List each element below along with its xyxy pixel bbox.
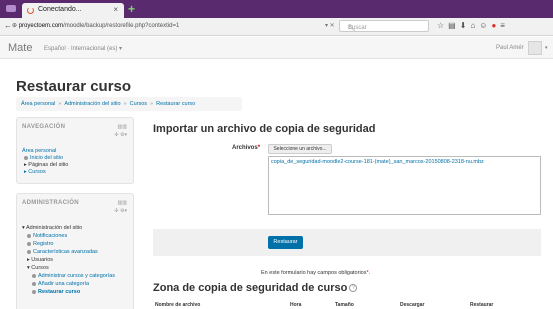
- block-title: NAVEGACIÓN: [22, 124, 66, 130]
- block-actions-icon[interactable]: ✣ ⚙▾: [114, 132, 127, 138]
- download-icon[interactable]: ⬇: [460, 21, 471, 30]
- restore-button[interactable]: Restaurar: [268, 236, 303, 249]
- breadcrumb-item-admin[interactable]: Administración del sitio: [64, 101, 120, 107]
- back-arrow-icon[interactable]: ←: [4, 21, 12, 30]
- nav-item-inicio[interactable]: Inicio del sitio: [24, 155, 63, 161]
- admin-item-anadir-categoria[interactable]: Añadir una categoría: [32, 281, 89, 287]
- gear-icon: [27, 241, 31, 246]
- menu-icon[interactable]: ≡: [500, 21, 509, 30]
- admin-item-administrar-cursos[interactable]: Administrar cursos y categorías: [32, 273, 115, 279]
- tab-close-button[interactable]: ×: [113, 5, 118, 14]
- navigation-block: NAVEGACIÓN ▥▥ ✣ ⚙▾ Área personal Inicio …: [16, 117, 134, 184]
- admin-item-notificaciones[interactable]: Notificaciones: [27, 233, 67, 239]
- column-header-size[interactable]: Tamaño: [335, 302, 354, 308]
- nav-item-paginas[interactable]: ▸ Páginas del sitio: [24, 162, 68, 168]
- column-header-filename[interactable]: Nombre de archivo: [155, 302, 200, 308]
- tab-title: Conectando...: [38, 6, 82, 13]
- url-path: /moodle/backup/restorefile.php?contextid…: [63, 23, 180, 29]
- browser-tab[interactable]: Conectando... ×: [22, 3, 124, 18]
- form-actions: Restaurar: [153, 229, 541, 256]
- bullet-icon: [24, 155, 28, 160]
- admin-item-cursos[interactable]: ▾ Cursos: [27, 265, 49, 271]
- reading-list-icon[interactable]: ▤: [448, 21, 460, 30]
- home-icon[interactable]: ⌂: [470, 21, 479, 30]
- breadcrumb-separator: »: [123, 101, 127, 107]
- admin-item-restaurar-curso[interactable]: Restaurar curso: [32, 289, 80, 295]
- toolbar-icons: ☆▤⬇⌂☺●≡: [437, 21, 509, 30]
- pocket-icon[interactable]: ●: [491, 21, 500, 30]
- loading-spinner-icon: [27, 7, 34, 14]
- admin-item-caracteristicas[interactable]: Características avanzadas: [27, 249, 98, 255]
- file-drop-area[interactable]: copia_de_seguridad-moodle2-course-181-(m…: [268, 156, 541, 215]
- url-bar[interactable]: ⊕ proyectoem.com/moodle/backup/restorefi…: [12, 22, 179, 29]
- gear-icon: [32, 281, 36, 286]
- gear-icon: [27, 249, 31, 254]
- column-header-download[interactable]: Descargar: [400, 302, 424, 308]
- administration-block: ADMINISTRACIÓN ▥▥ ✣ ⚙▾ ▾ Administración …: [16, 193, 134, 309]
- firefox-menu-icon[interactable]: [6, 5, 16, 12]
- admin-item-usuarios[interactable]: ▸ Usuarios: [27, 257, 53, 263]
- browser-tab-bar: Conectando... × +: [0, 0, 553, 18]
- breadcrumb-separator: »: [58, 101, 62, 107]
- selected-file-link[interactable]: copia_de_seguridad-moodle2-course-181-(m…: [271, 159, 484, 165]
- breadcrumb: Área personal» Administración del sitio» C…: [16, 97, 242, 111]
- reload-icon[interactable]: ▾ ✕: [325, 22, 335, 29]
- gear-icon: [32, 289, 36, 294]
- backup-zone-heading: Zona de copia de seguridad de curso?: [153, 282, 358, 294]
- dock-icon[interactable]: ▥▥: [118, 200, 127, 206]
- chat-icon[interactable]: ☺: [479, 21, 491, 30]
- admin-item-site-admin[interactable]: ▾ Administración del sitio: [22, 225, 82, 231]
- site-brand[interactable]: Mate: [8, 42, 32, 54]
- breadcrumb-item-restaurar[interactable]: Restaurar curso: [156, 101, 195, 107]
- user-name[interactable]: Paul Amér: [496, 45, 524, 51]
- bookmark-star-icon[interactable]: ☆: [437, 21, 448, 30]
- gear-icon: [27, 233, 31, 238]
- nav-item-area-personal[interactable]: Área personal: [22, 148, 56, 154]
- language-menu[interactable]: Español · Internacional (es) ▾: [44, 45, 122, 52]
- files-label: Archivos*: [232, 145, 261, 151]
- admin-item-registro[interactable]: Registro: [27, 241, 53, 247]
- block-actions-icon[interactable]: ✣ ⚙▾: [114, 208, 127, 214]
- import-heading: Importar un archivo de copia de segurida…: [153, 123, 376, 135]
- avatar[interactable]: [528, 41, 542, 55]
- required-note: En este formulario hay campos obligatori…: [261, 270, 371, 276]
- column-header-restore[interactable]: Restaurar: [470, 302, 493, 308]
- gear-icon: [32, 273, 36, 278]
- url-domain: proyectoem.com: [18, 23, 64, 29]
- breadcrumb-item-cursos[interactable]: Cursos: [130, 101, 147, 107]
- browser-nav-bar: ← ⊕ proyectoem.com/moodle/backup/restore…: [0, 18, 553, 36]
- search-input[interactable]: 🔍︎ Buscar: [339, 20, 429, 32]
- moodle-header: Mate Español · Internacional (es) ▾ Paul…: [0, 37, 553, 59]
- required-icon: *: [257, 145, 261, 151]
- choose-file-button[interactable]: Seleccione un archivo...: [268, 144, 332, 154]
- user-menu-caret-icon[interactable]: ▾: [545, 45, 548, 51]
- breadcrumb-separator: »: [150, 101, 154, 107]
- new-tab-button[interactable]: +: [128, 3, 138, 15]
- page-title: Restaurar curso: [16, 78, 132, 95]
- lock-icon: ⊕: [12, 23, 19, 29]
- block-title: ADMINISTRACIÓN: [22, 200, 79, 206]
- dock-icon[interactable]: ▥▥: [118, 124, 127, 130]
- help-icon[interactable]: ?: [349, 284, 358, 293]
- nav-item-cursos[interactable]: ▸ Cursos: [24, 169, 46, 175]
- breadcrumb-item-area-personal[interactable]: Área personal: [21, 101, 55, 107]
- column-header-time[interactable]: Hora: [290, 302, 301, 308]
- required-icon: *: [366, 270, 369, 276]
